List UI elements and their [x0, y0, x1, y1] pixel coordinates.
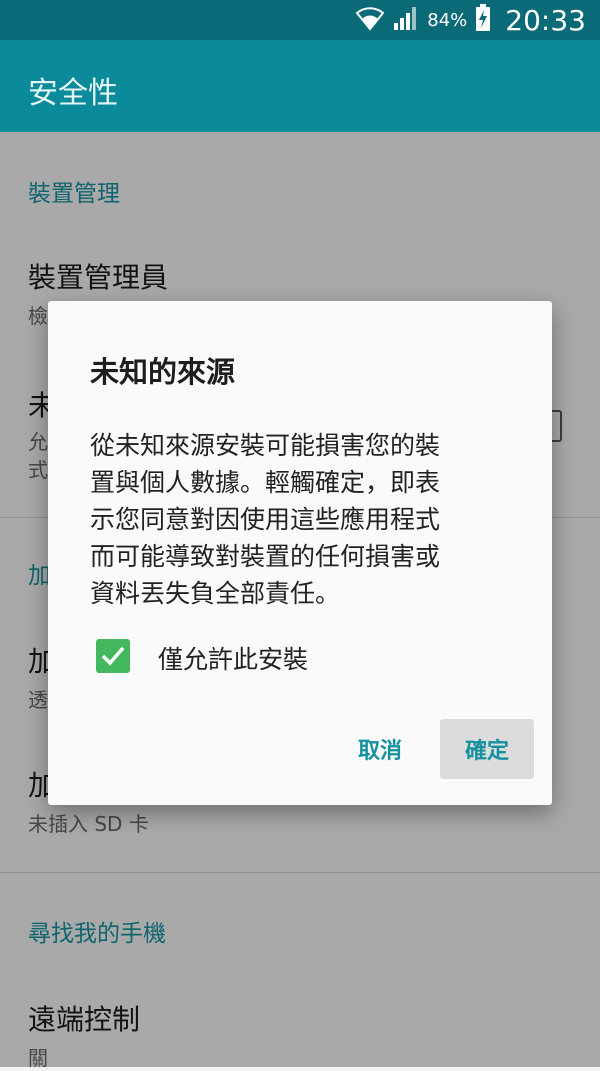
unknown-sources-dialog: 未知的來源 從未知來源安裝可能損害您的裝 置與個人數據。輕觸確定，即表 示您同意…	[48, 301, 552, 805]
clock: 20:33	[505, 3, 586, 37]
cancel-button[interactable]: 取消	[332, 719, 428, 779]
dialog-message-line: 資料丟失負全部責任。	[90, 579, 341, 608]
allow-this-install-checkbox[interactable]	[96, 639, 130, 673]
page-title: 安全性	[28, 76, 118, 111]
dialog-message: 從未知來源安裝可能損害您的裝 置與個人數據。輕觸確定，即表 示您同意對因使用這些…	[90, 427, 510, 612]
status-icons: 84% 20:33	[355, 0, 586, 40]
dialog-message-line: 置與個人數據。輕觸確定，即表	[90, 468, 441, 497]
dialog-message-line: 示您同意對因使用這些應用程式	[90, 505, 441, 534]
dialog-message-line: 從未知來源安裝可能損害您的裝	[90, 431, 441, 460]
battery-charging-icon	[475, 4, 491, 36]
ok-button[interactable]: 確定	[440, 719, 534, 779]
app-bar: 安全性	[0, 40, 600, 132]
signal-icon	[393, 5, 419, 35]
allow-this-install-label[interactable]: 僅允許此安裝	[158, 640, 308, 676]
wifi-icon	[355, 5, 385, 35]
status-bar: 84% 20:33	[0, 0, 600, 40]
battery-percent: 84%	[427, 9, 468, 31]
dialog-message-line: 而可能導致對裝置的任何損害或	[90, 542, 441, 571]
dialog-title: 未知的來源	[90, 355, 236, 389]
checkmark-icon	[101, 646, 125, 666]
